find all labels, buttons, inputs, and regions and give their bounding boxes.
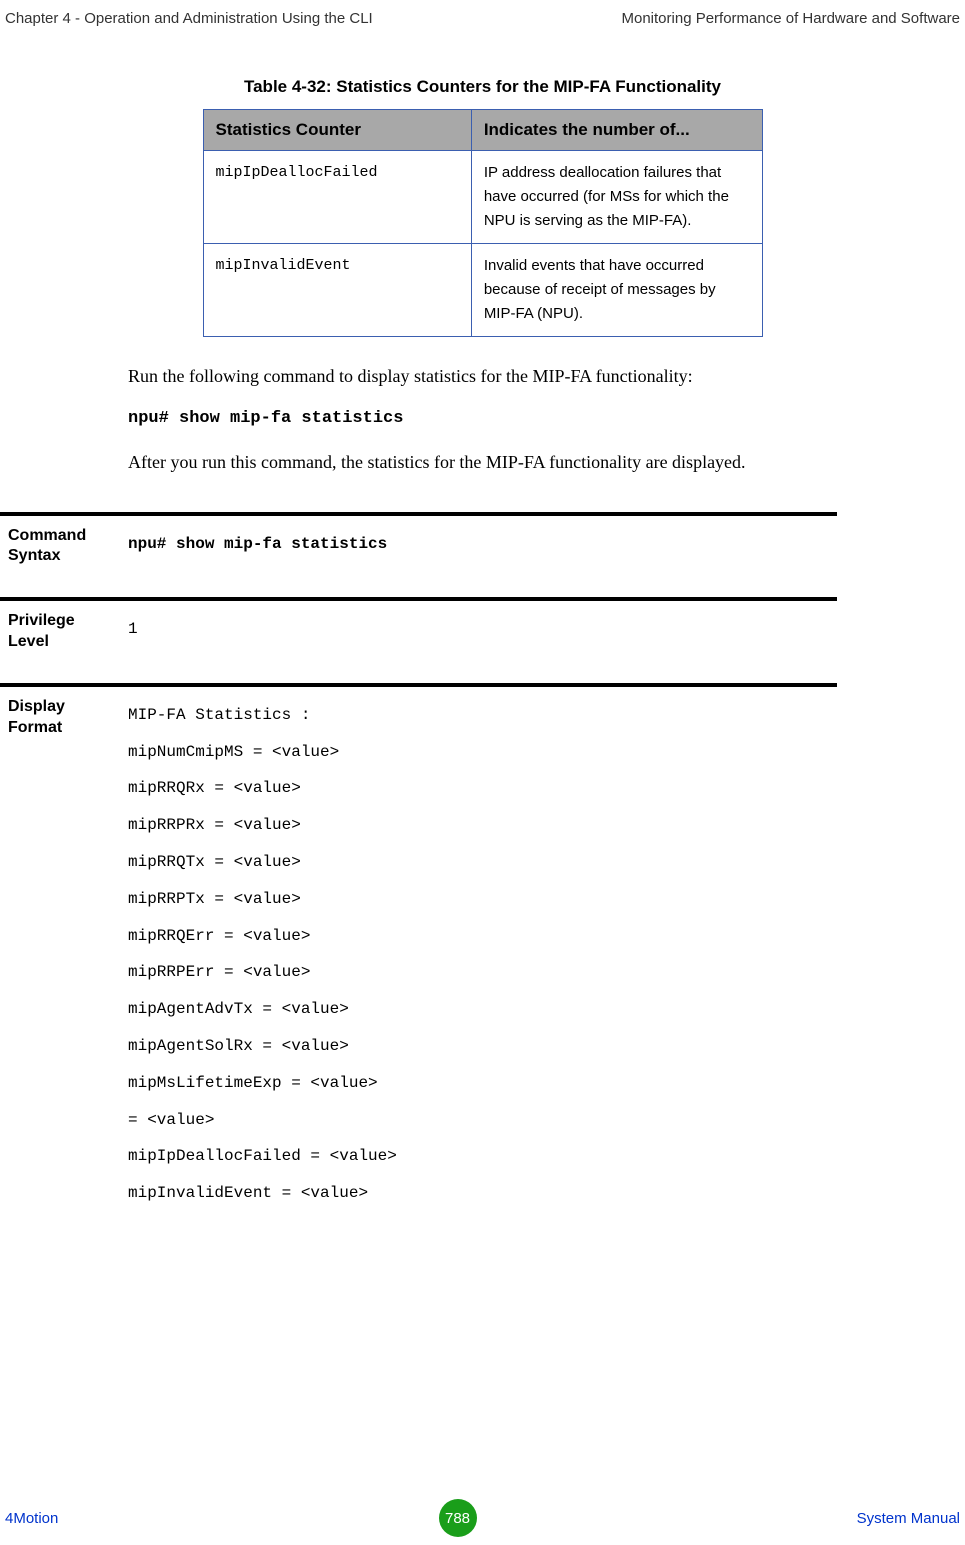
display-line: mipRRPRx = <value> [128, 807, 397, 844]
page-number: 788 [439, 1499, 477, 1537]
display-line: mipIpDeallocFailed = <value> [128, 1138, 397, 1175]
main-content: Table 4-32: Statistics Counters for the … [0, 77, 965, 1242]
display-line: MIP-FA Statistics : [128, 697, 397, 734]
counter-cell: mipInvalidEvent [203, 244, 471, 337]
sections-block: Command Syntax npu# show mip-fa statisti… [0, 512, 837, 1242]
display-line: = <value> [128, 1102, 397, 1139]
privilege-level-section: Privilege Level 1 [0, 597, 837, 683]
display-line: mipInvalidEvent = <value> [128, 1175, 397, 1212]
display-format-section: Display Format MIP-FA Statistics : mipNu… [0, 683, 837, 1242]
display-line: mipAgentSolRx = <value> [128, 1028, 397, 1065]
display-line: mipNumCmipMS = <value> [128, 734, 397, 771]
body-paragraph: After you run this command, the statisti… [128, 448, 837, 477]
command-text: npu# show mip-fa statistics [128, 409, 837, 428]
page-header: Chapter 4 - Operation and Administration… [0, 10, 965, 27]
section-value: npu# show mip-fa statistics [128, 526, 387, 568]
display-line: mipRRQRx = <value> [128, 770, 397, 807]
section-label: Command Syntax [0, 526, 128, 568]
table-row: mipInvalidEvent Invalid events that have… [203, 244, 762, 337]
display-line: mipAgentAdvTx = <value> [128, 991, 397, 1028]
section-label: Privilege Level [0, 611, 128, 653]
description-cell: IP address deallocation failures that ha… [471, 151, 762, 244]
display-line: mipRRPErr = <value> [128, 954, 397, 991]
section-value: MIP-FA Statistics : mipNumCmipMS = <valu… [128, 697, 397, 1212]
table-caption: Table 4-32: Statistics Counters for the … [128, 77, 837, 97]
display-line: mipMsLifetimeExp = <value> [128, 1065, 397, 1102]
table-row: mipIpDeallocFailed IP address deallocati… [203, 151, 762, 244]
table-header-counter: Statistics Counter [203, 110, 471, 151]
footer-left: 4Motion [5, 1510, 58, 1527]
header-left: Chapter 4 - Operation and Administration… [5, 10, 373, 27]
footer-right: System Manual [857, 1510, 960, 1527]
section-value: 1 [128, 611, 138, 653]
display-line: mipRRQErr = <value> [128, 918, 397, 955]
body-paragraph: Run the following command to display sta… [128, 362, 837, 391]
display-line: mipRRQTx = <value> [128, 844, 397, 881]
description-cell: Invalid events that have occurred becaus… [471, 244, 762, 337]
section-label: Display Format [0, 697, 128, 1212]
command-syntax-section: Command Syntax npu# show mip-fa statisti… [0, 512, 837, 598]
header-right: Monitoring Performance of Hardware and S… [622, 10, 961, 27]
display-line: mipRRPTx = <value> [128, 881, 397, 918]
page-footer: 4Motion 788 System Manual [0, 1499, 965, 1537]
stats-counter-table: Statistics Counter Indicates the number … [203, 109, 763, 337]
table-header-row: Statistics Counter Indicates the number … [203, 110, 762, 151]
table-header-description: Indicates the number of... [471, 110, 762, 151]
counter-cell: mipIpDeallocFailed [203, 151, 471, 244]
